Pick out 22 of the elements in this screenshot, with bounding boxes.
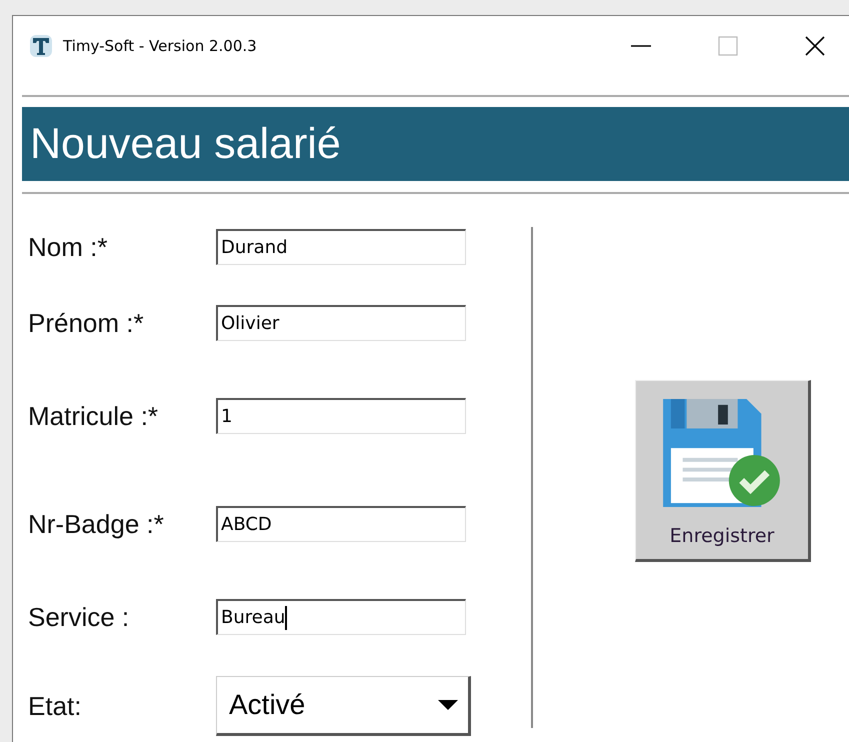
field-label: Matricule :*: [28, 400, 160, 432]
field-label: Etat:: [28, 690, 82, 722]
save-button[interactable]: Enregistrer: [635, 380, 811, 562]
field-label: Service :: [28, 602, 130, 632]
close-button[interactable]: [803, 34, 827, 58]
close-icon: [805, 36, 825, 56]
field-label: Nr-Badge :*: [28, 508, 165, 540]
page-heading: Nouveau salarié: [29, 120, 341, 168]
text-field[interactable]: 1: [216, 398, 466, 434]
dropdown-arrow-icon[interactable]: [438, 700, 458, 710]
text-field[interactable]: Bureau: [216, 599, 466, 635]
text-field[interactable]: Olivier: [216, 305, 466, 341]
field-label: Nom :*: [28, 232, 108, 262]
window-title: Timy-Soft - Version 2.00.3: [63, 37, 257, 55]
field-label: Prénom :*: [28, 308, 145, 338]
letter-t-logo-icon: [29, 34, 53, 58]
maximize-icon: [718, 36, 738, 56]
text-field[interactable]: ABCD: [216, 506, 466, 542]
dropdown-field[interactable]: Activé: [216, 676, 471, 736]
floppy-disk-check-icon: [663, 399, 781, 507]
minimize-icon: [631, 45, 651, 47]
text-field[interactable]: Durand: [216, 229, 466, 265]
